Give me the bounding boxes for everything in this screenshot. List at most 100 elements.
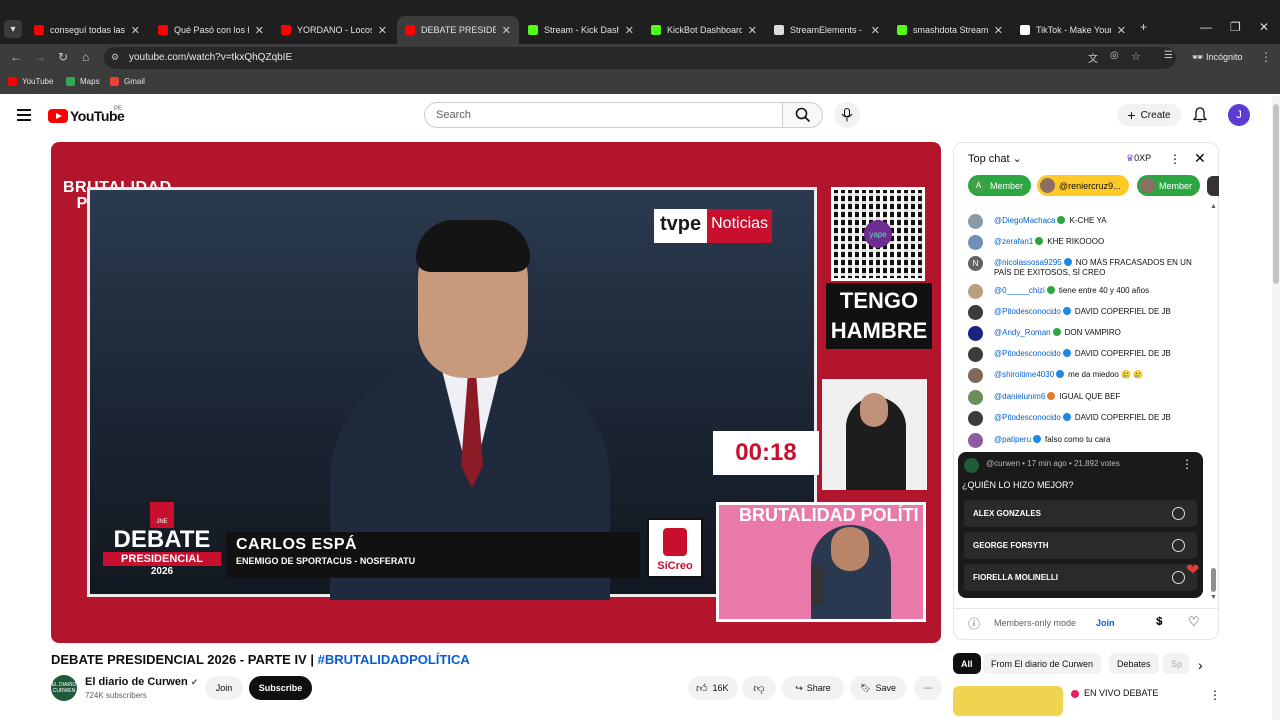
bookmark-item[interactable]: Maps [66, 77, 100, 86]
dislike-button[interactable]: 👎︎ [742, 676, 776, 700]
recommended-title[interactable]: EN VIVO DEBATE [1084, 688, 1158, 698]
close-tab-icon[interactable]: ✕ [748, 24, 757, 37]
close-tab-icon[interactable]: ✕ [502, 24, 511, 37]
super-chat-icon[interactable]: 💲︎ [1156, 616, 1163, 629]
chat-author-name[interactable]: @0_____chizi [994, 286, 1045, 295]
chat-mode-dropdown[interactable]: Top chat ⌄ [968, 152, 1022, 165]
voice-search-button[interactable] [834, 102, 860, 128]
translate-icon[interactable]: 文 [1088, 50, 1098, 65]
bookmark-star-icon[interactable]: ☆ [1131, 50, 1141, 63]
chevron-right-icon[interactable]: › [1198, 657, 1203, 673]
hashtag-link[interactable]: #BRUTALIDADPOLÍTICA [318, 652, 470, 667]
info-icon[interactable]: ⓘ [968, 615, 980, 632]
browser-tab[interactable]: DEBATE PRESIDEN ✕ [397, 16, 519, 44]
save-button[interactable]: 🔖︎ Save [850, 676, 906, 700]
chat-author-name[interactable]: @patiperu [994, 435, 1031, 444]
close-tab-icon[interactable]: ✕ [994, 24, 1003, 37]
chat-author-name[interactable]: @danielunim6 [994, 392, 1045, 401]
home-icon[interactable]: ⌂ [82, 50, 89, 64]
join-button[interactable]: Join [205, 676, 243, 700]
recommended-thumbnail[interactable] [953, 686, 1063, 716]
heart-icon[interactable]: ♡ [1188, 614, 1200, 630]
poll-option[interactable]: ALEX GONZALES [964, 500, 1197, 527]
chat-filter-chip[interactable]: Member [1137, 175, 1201, 196]
chat-author-avatar[interactable] [968, 433, 983, 448]
bookmark-item[interactable]: Gmail [110, 77, 145, 86]
share-button[interactable]: ↪ Share [782, 676, 844, 700]
minimize-icon[interactable]: — [1200, 20, 1212, 34]
chat-author-avatar[interactable]: N [968, 256, 983, 271]
chat-author-name[interactable]: @DiegoMachaca [994, 216, 1055, 225]
recommendation-filter-chip[interactable]: From El diario de Curwen [983, 653, 1102, 674]
chat-author-avatar[interactable] [968, 368, 983, 383]
close-tab-icon[interactable]: ✕ [255, 24, 264, 37]
chat-filter-chip[interactable]: A Member [968, 175, 1032, 196]
like-button[interactable]: 👍︎ 16K [688, 676, 738, 700]
search-button[interactable] [782, 102, 823, 128]
chat-scroll-down-icon[interactable]: ▼ [1210, 594, 1217, 601]
recommended-more-icon[interactable]: ⋮ [1209, 688, 1221, 702]
chat-author-avatar[interactable] [968, 411, 983, 426]
chat-author-name[interactable]: @Andy_Roman [994, 328, 1051, 337]
create-button[interactable]: + Create [1117, 104, 1181, 126]
chat-scrollbar-thumb[interactable] [1211, 568, 1216, 592]
tab-search-button[interactable]: ▾ [4, 20, 22, 38]
radio-icon[interactable] [1172, 571, 1185, 584]
new-tab-button[interactable]: + [1140, 20, 1147, 34]
browser-tab[interactable]: Stream - Kick Dashbo ✕ [520, 16, 642, 44]
reload-icon[interactable]: ↻ [58, 50, 68, 64]
chat-filter-chip[interactable]: @reniercruz9... [1037, 175, 1129, 196]
poll-more-icon[interactable]: ⋮ [1181, 457, 1193, 471]
browser-tab[interactable]: TikTok - Make Your D ✕ [1012, 16, 1134, 44]
chat-author-name[interactable]: @shiroitime4030 [994, 370, 1054, 379]
chat-author-avatar[interactable] [968, 390, 983, 405]
bookmark-item[interactable]: YouTube [8, 77, 53, 86]
recommendation-filter-chip[interactable]: Debates [1109, 653, 1159, 674]
browser-tab[interactable]: YORDANO - Locos de ✕ [273, 16, 395, 44]
close-tab-icon[interactable]: ✕ [1117, 24, 1126, 37]
notifications-button[interactable] [1192, 107, 1208, 128]
radio-icon[interactable] [1172, 539, 1185, 552]
poll-option[interactable]: GEORGE FORSYTH [964, 532, 1197, 559]
channel-avatar[interactable]: EL DIARIO CURWEN [51, 675, 77, 701]
close-tab-icon[interactable]: ✕ [131, 24, 140, 37]
chat-author-avatar[interactable] [968, 214, 983, 229]
eye-off-icon[interactable]: ◎ [1110, 50, 1119, 61]
channel-name[interactable]: El diario de Curwen ✔ [85, 676, 198, 688]
video-player[interactable]: BRUTALIDAD POLÍTICA tvpe Noticias yape T… [51, 142, 941, 643]
search-input[interactable] [424, 102, 782, 128]
close-tab-icon[interactable]: ✕ [871, 24, 880, 37]
xp-badge[interactable]: ♛0XP [1126, 153, 1151, 164]
recommendation-filter-chip[interactable]: Sp [1163, 653, 1189, 674]
incognito-indicator[interactable]: 🕶 Incógnito [1192, 52, 1242, 63]
forward-icon[interactable]: → [34, 50, 46, 64]
menu-icon[interactable] [17, 109, 31, 121]
chat-author-name[interactable]: @zerafan1 [994, 237, 1033, 246]
recommendation-filter-chip[interactable]: All [953, 653, 981, 674]
chat-author-avatar[interactable] [968, 326, 983, 341]
radio-icon[interactable] [1172, 507, 1185, 520]
browser-tab[interactable]: Qué Pasó con los PR ✕ [150, 16, 272, 44]
browser-menu-icon[interactable]: ⋮ [1260, 50, 1272, 64]
reading-list-icon[interactable]: ☰ [1164, 50, 1173, 61]
youtube-logo[interactable]: YouTube PE [48, 106, 125, 124]
chat-author-name[interactable]: @Pitodesconocido [994, 307, 1061, 316]
chat-more-icon[interactable]: ⋮ [1169, 152, 1181, 166]
browser-tab[interactable]: conseguí todas las m ✕ [26, 16, 148, 44]
subscribe-button[interactable]: Subscribe [249, 676, 312, 700]
browser-tab[interactable]: StreamElements - em ✕ [766, 16, 888, 44]
chat-scroll-up-icon[interactable]: ▲ [1210, 203, 1217, 210]
close-chat-icon[interactable]: ✕ [1194, 150, 1206, 167]
browser-tab[interactable]: smashdota Stream - ✕ [889, 16, 1011, 44]
maximize-icon[interactable]: ❐ [1230, 20, 1241, 34]
chat-author-name[interactable]: @nicolassosa9295 [994, 258, 1062, 267]
chat-author-avatar[interactable] [968, 305, 983, 320]
back-icon[interactable]: ← [10, 50, 22, 64]
poll-option[interactable]: FIORELLA MOLINELLI [964, 564, 1197, 591]
close-tab-icon[interactable]: ✕ [378, 24, 387, 37]
close-tab-icon[interactable]: ✕ [625, 24, 634, 37]
chat-join-button[interactable]: Join [1096, 618, 1115, 628]
chat-author-name[interactable]: @Pitodesconocido [994, 413, 1061, 422]
close-window-icon[interactable]: ✕ [1259, 20, 1269, 34]
chat-author-avatar[interactable] [968, 235, 983, 250]
